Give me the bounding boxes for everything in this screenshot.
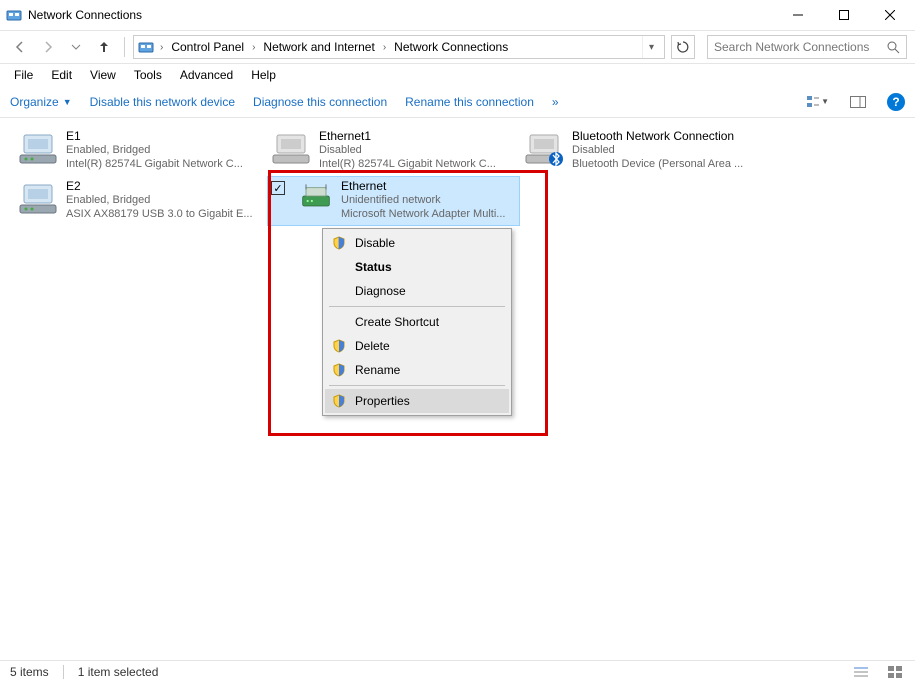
- menu-file[interactable]: File: [6, 66, 41, 84]
- context-menu: Disable Status Diagnose Create Shortcut …: [322, 228, 512, 416]
- preview-pane-button[interactable]: [847, 91, 869, 113]
- more-commands-button[interactable]: »: [552, 95, 559, 109]
- context-menu-separator: [329, 385, 505, 386]
- ctx-properties[interactable]: Properties: [325, 389, 509, 413]
- crumb-control-panel[interactable]: Control Panel: [167, 36, 248, 58]
- adapter-name: Ethernet1: [319, 129, 496, 144]
- separator: [124, 37, 125, 57]
- adapter-name: Ethernet: [341, 179, 505, 194]
- menu-edit[interactable]: Edit: [43, 66, 80, 84]
- title-bar: Network Connections: [0, 0, 915, 30]
- bluetooth-adapter-icon: [524, 129, 564, 169]
- adapter-hardware: ASIX AX88179 USB 3.0 to Gigabit E...: [66, 208, 253, 222]
- checkbox-checked-icon[interactable]: ✓: [271, 181, 285, 195]
- ctx-status[interactable]: Status: [325, 255, 509, 279]
- network-adapter-icon: [299, 179, 333, 213]
- menu-bar: File Edit View Tools Advanced Help: [0, 64, 915, 86]
- back-button[interactable]: [8, 35, 32, 59]
- crumb-network-connections[interactable]: Network Connections: [390, 36, 512, 58]
- chevron-right-icon[interactable]: ›: [250, 42, 257, 53]
- ctx-rename[interactable]: Rename: [325, 358, 509, 382]
- view-options-button[interactable]: ▼: [807, 91, 829, 113]
- adapter-item[interactable]: E2 Enabled, Bridged ASIX AX88179 USB 3.0…: [14, 176, 267, 226]
- ctx-diagnose[interactable]: Diagnose: [325, 279, 509, 303]
- refresh-button[interactable]: [671, 35, 695, 59]
- adapter-status: Enabled, Bridged: [66, 144, 243, 158]
- diagnose-button[interactable]: Diagnose this connection: [253, 95, 387, 109]
- chevron-right-icon[interactable]: ›: [381, 42, 388, 53]
- menu-view[interactable]: View: [82, 66, 124, 84]
- adapter-item-selected[interactable]: ✓ Ethernet Unidentified network Microsof…: [267, 176, 520, 226]
- maximize-button[interactable]: [821, 0, 867, 30]
- adapter-status: Disabled: [319, 144, 496, 158]
- adapter-hardware: Microsoft Network Adapter Multi...: [341, 208, 505, 222]
- network-adapter-icon: [18, 179, 58, 219]
- separator: [63, 665, 64, 679]
- adapter-status: Unidentified network: [341, 194, 505, 208]
- adapter-item[interactable]: Ethernet1 Disabled Intel(R) 82574L Gigab…: [267, 126, 520, 176]
- adapter-item[interactable]: Bluetooth Network Connection Disabled Bl…: [520, 126, 773, 176]
- ctx-create-shortcut[interactable]: Create Shortcut: [325, 310, 509, 334]
- recent-locations-button[interactable]: [64, 35, 88, 59]
- app-icon: [6, 7, 22, 23]
- adapter-name: Bluetooth Network Connection: [572, 129, 743, 144]
- rename-button[interactable]: Rename this connection: [405, 95, 534, 109]
- status-bar: 5 items 1 item selected: [0, 660, 915, 682]
- adapter-hardware: Intel(R) 82574L Gigabit Network C...: [319, 158, 496, 172]
- adapter-hardware: Intel(R) 82574L Gigabit Network C...: [66, 158, 243, 172]
- search-input[interactable]: Search Network Connections: [707, 35, 907, 59]
- search-placeholder: Search Network Connections: [714, 40, 869, 54]
- menu-help[interactable]: Help: [243, 66, 284, 84]
- up-button[interactable]: [92, 35, 116, 59]
- large-icons-view-button[interactable]: [885, 664, 905, 680]
- adapter-hardware: Bluetooth Device (Personal Area ...: [572, 158, 743, 172]
- help-button[interactable]: ?: [887, 93, 905, 111]
- window-title: Network Connections: [28, 8, 775, 22]
- adapter-status: Enabled, Bridged: [66, 194, 253, 208]
- ctx-delete[interactable]: Delete: [325, 334, 509, 358]
- status-selection-count: 1 item selected: [78, 665, 159, 679]
- shield-icon: [331, 362, 347, 378]
- address-bar: › Control Panel › Network and Internet ›…: [0, 30, 915, 64]
- details-view-button[interactable]: [851, 664, 871, 680]
- organize-button[interactable]: Organize ▼: [10, 95, 72, 109]
- context-menu-separator: [329, 306, 505, 307]
- crumb-network-internet[interactable]: Network and Internet: [259, 36, 378, 58]
- minimize-button[interactable]: [775, 0, 821, 30]
- shield-icon: [331, 235, 347, 251]
- disable-device-button[interactable]: Disable this network device: [90, 95, 235, 109]
- adapter-name: E2: [66, 179, 253, 194]
- forward-button[interactable]: [36, 35, 60, 59]
- ctx-disable[interactable]: Disable: [325, 231, 509, 255]
- network-adapter-icon: [18, 129, 58, 169]
- shield-icon: [331, 338, 347, 354]
- network-adapter-disabled-icon: [271, 129, 311, 169]
- command-bar: Organize ▼ Disable this network device D…: [0, 86, 915, 118]
- adapter-status: Disabled: [572, 144, 743, 158]
- chevron-down-icon: ▼: [63, 97, 72, 107]
- status-item-count: 5 items: [10, 665, 49, 679]
- location-icon: [138, 39, 154, 55]
- menu-tools[interactable]: Tools: [126, 66, 170, 84]
- adapter-name: E1: [66, 129, 243, 144]
- address-dropdown-button[interactable]: ▾: [642, 36, 660, 58]
- adapter-list: E1 Enabled, Bridged Intel(R) 82574L Giga…: [14, 126, 901, 226]
- shield-icon: [331, 393, 347, 409]
- search-icon[interactable]: [887, 41, 900, 54]
- menu-advanced[interactable]: Advanced: [172, 66, 241, 84]
- breadcrumb[interactable]: › Control Panel › Network and Internet ›…: [133, 35, 665, 59]
- adapter-item[interactable]: E1 Enabled, Bridged Intel(R) 82574L Giga…: [14, 126, 267, 176]
- close-button[interactable]: [867, 0, 913, 30]
- chevron-right-icon[interactable]: ›: [158, 42, 165, 53]
